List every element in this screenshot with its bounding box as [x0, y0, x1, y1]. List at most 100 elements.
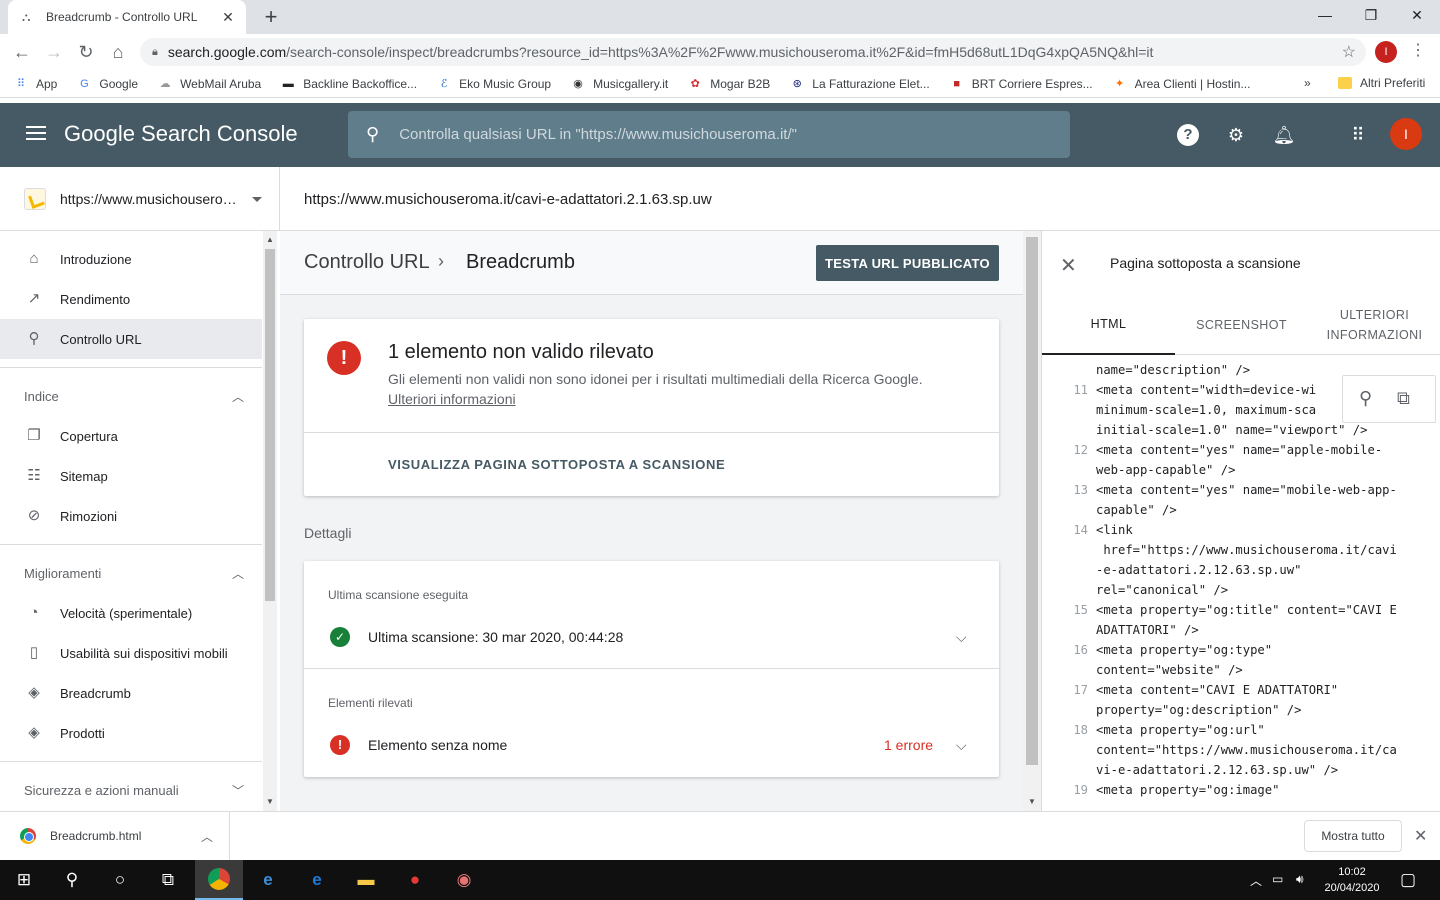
- bookmark-star-icon[interactable]: ☆: [1342, 42, 1356, 62]
- bookmark-item[interactable]: ℰ Eko Music Group: [437, 77, 551, 91]
- view-crawled-page-button[interactable]: VISUALIZZA PAGINA SOTTOPOSTA A SCANSIONE: [388, 457, 725, 472]
- bookmark-item[interactable]: ✦ Area Clienti | Hostin...: [1113, 77, 1250, 91]
- close-downloads-icon[interactable]: ✕: [1414, 826, 1427, 846]
- sidebar-item-prodotti[interactable]: ◈ Prodotti: [0, 713, 262, 753]
- main-scrollbar[interactable]: ▼: [1023, 231, 1041, 811]
- bookmark-item[interactable]: ◉ Musicgallery.it: [571, 77, 668, 91]
- property-selector[interactable]: https://www.musichouseroma.it/: [0, 167, 280, 231]
- chevron-down-icon[interactable]: ⌵: [956, 737, 967, 754]
- search-icon[interactable]: ⚲: [1359, 388, 1372, 409]
- code-text: initial-scale=1.0" name="viewport" />: [1096, 423, 1368, 437]
- browser-menu-icon[interactable]: ⋮: [1410, 40, 1426, 60]
- reload-icon[interactable]: ↻: [74, 40, 98, 64]
- browser-tab[interactable]: ⛬ Breadcrumb - Controllo URL ✕: [8, 0, 246, 34]
- chrome-taskbar-icon[interactable]: [195, 860, 243, 900]
- bookmark-item[interactable]: ■ BRT Corriere Espres...: [950, 77, 1092, 91]
- tab-screenshot[interactable]: SCREENSHOT: [1175, 295, 1308, 355]
- line-number: 15: [1073, 603, 1088, 617]
- gsc-logo[interactable]: Google Search Console: [64, 121, 298, 147]
- backline-icon: ▬: [282, 77, 294, 90]
- url-inspect-input[interactable]: [399, 126, 1040, 143]
- bookmark-item[interactable]: ⊛ La Fatturazione Elet...: [790, 77, 930, 91]
- sidebar-item-introduzione[interactable]: ⌂ Introduzione: [0, 239, 262, 279]
- other-bookmarks-folder[interactable]: Altri Preferiti: [1338, 76, 1425, 90]
- close-icon[interactable]: ✕: [1060, 253, 1077, 278]
- taskbar-clock[interactable]: 10:02 20/04/2020: [1316, 864, 1388, 896]
- tab-html[interactable]: HTML: [1042, 295, 1175, 355]
- sidebar-item-controllo-url[interactable]: ⚲ Controllo URL: [0, 319, 262, 359]
- task-view-icon[interactable]: ⧉: [144, 860, 192, 900]
- sidebar-item-rimozioni[interactable]: ⊘ Rimozioni: [0, 496, 262, 536]
- sidebar-item-rendimento[interactable]: ↗ Rendimento: [0, 279, 262, 319]
- edge-taskbar-icon[interactable]: e: [293, 860, 341, 900]
- apps-grid-icon[interactable]: ⠿: [1346, 123, 1370, 147]
- app-taskbar-icon[interactable]: ◉: [440, 860, 488, 900]
- back-icon[interactable]: ←: [10, 40, 34, 64]
- scroll-down-arrow-icon[interactable]: ▼: [266, 797, 274, 806]
- notifications-bell-icon[interactable]: 🔔︎: [1272, 123, 1296, 147]
- window-close-button[interactable]: ✕: [1394, 0, 1440, 30]
- breadcrumb-root[interactable]: Controllo URL: [304, 251, 430, 274]
- bookmark-item[interactable]: ⠿ App: [14, 77, 57, 91]
- panel-title: Pagina sottoposta a scansione: [1110, 255, 1301, 271]
- chevron-down-icon[interactable]: ⌵: [956, 629, 967, 646]
- bookmark-item[interactable]: ✿ Mogar B2B: [688, 77, 771, 91]
- browser-profile-avatar[interactable]: I: [1375, 41, 1397, 63]
- line-number: 10: [1064, 355, 1088, 357]
- sidebar-section-indice[interactable]: Indice ︿: [0, 376, 262, 416]
- address-url[interactable]: search.google.com/search-console/inspect…: [168, 44, 1342, 60]
- line-number: 11: [1073, 383, 1088, 397]
- sidebar-item-breadcrumb[interactable]: ◈ Breadcrumb: [0, 673, 262, 713]
- learn-more-link[interactable]: Ulteriori informazioni: [388, 391, 516, 407]
- minimize-button[interactable]: —: [1302, 0, 1348, 30]
- sidebar-scrollbar[interactable]: ▲ ▼: [263, 231, 277, 811]
- cortana-icon[interactable]: ○: [96, 860, 144, 900]
- bookmark-item[interactable]: G Google: [77, 77, 138, 91]
- sidebar-scroll-thumb[interactable]: [265, 249, 275, 601]
- sidebar-item-velocita[interactable]: ◔ Velocità (sperimentale): [0, 593, 262, 633]
- user-settings-icon[interactable]: ⚙: [1224, 123, 1248, 147]
- card-divider: [304, 432, 999, 433]
- bookmarks-overflow-button[interactable]: »: [1304, 76, 1311, 90]
- sidebar-item-usabilita-mobile[interactable]: ▯ Usabilità sui dispositivi mobili: [0, 633, 262, 673]
- download-item[interactable]: Breadcrumb.html ︿: [0, 812, 230, 860]
- error-count: 1 errore: [884, 737, 934, 753]
- hamburger-menu-icon[interactable]: [24, 123, 48, 147]
- scroll-up-arrow-icon[interactable]: ▲: [266, 235, 274, 244]
- main-scroll-thumb[interactable]: [1026, 237, 1038, 765]
- new-tab-button[interactable]: +: [258, 4, 284, 30]
- tray-chevron-icon[interactable]: ︿: [1250, 872, 1262, 889]
- bookmark-item[interactable]: ▬ Backline Backoffice...: [281, 77, 417, 91]
- file-explorer-icon[interactable]: ▬: [342, 860, 390, 900]
- show-all-downloads-button[interactable]: Mostra tutto: [1304, 820, 1402, 852]
- html-source-view[interactable]: 10 <meta content="CAVI E ADATTATORI" name=…: [1042, 355, 1440, 811]
- lock-icon[interactable]: 🔒︎: [152, 46, 158, 59]
- sidebar-section-miglioramenti[interactable]: Miglioramenti ︿: [0, 553, 262, 593]
- network-icon[interactable]: ▭: [1272, 872, 1283, 886]
- windows-start-icon[interactable]: ⊞: [0, 860, 48, 900]
- chevron-up-icon[interactable]: ︿: [201, 828, 213, 845]
- scroll-down-arrow-icon[interactable]: ▼: [1028, 797, 1036, 806]
- volume-icon[interactable]: 🔊︎: [1296, 872, 1304, 887]
- line-number: 16: [1073, 643, 1088, 657]
- restore-button[interactable]: ❐: [1348, 0, 1394, 30]
- copy-icon[interactable]: ⧉: [1397, 388, 1410, 409]
- strawberry-app-icon[interactable]: ●: [391, 860, 439, 900]
- tab-more-info[interactable]: ULTERIORI INFORMAZIONI: [1308, 295, 1440, 355]
- close-tab-icon[interactable]: ✕: [220, 9, 236, 26]
- url-inspect-search[interactable]: ⚲: [348, 111, 1070, 158]
- detected-item-name[interactable]: Elemento senza nome: [368, 737, 507, 753]
- notification-center-icon[interactable]: ▢: [1384, 860, 1432, 900]
- help-icon[interactable]: ?: [1177, 124, 1199, 146]
- sidebar-item-copertura[interactable]: ❐ Copertura: [0, 416, 262, 456]
- ie-taskbar-icon[interactable]: e: [244, 860, 292, 900]
- forward-icon[interactable]: →: [42, 40, 66, 64]
- sidebar-item-sitemap[interactable]: ☷ Sitemap: [0, 456, 262, 496]
- bookmark-item[interactable]: ☁ WebMail Aruba: [158, 77, 262, 91]
- taskbar-search-icon[interactable]: ⚲: [48, 860, 96, 900]
- sidebar-section-sicurezza[interactable]: Sicurezza e azioni manuali ﹀: [0, 770, 262, 810]
- test-live-url-button[interactable]: TESTA URL PUBBLICATO: [816, 245, 999, 281]
- home-icon[interactable]: ⌂: [106, 40, 130, 64]
- address-bar[interactable]: 🔒︎ search.google.com/search-console/insp…: [140, 38, 1366, 66]
- account-avatar[interactable]: I: [1390, 118, 1422, 150]
